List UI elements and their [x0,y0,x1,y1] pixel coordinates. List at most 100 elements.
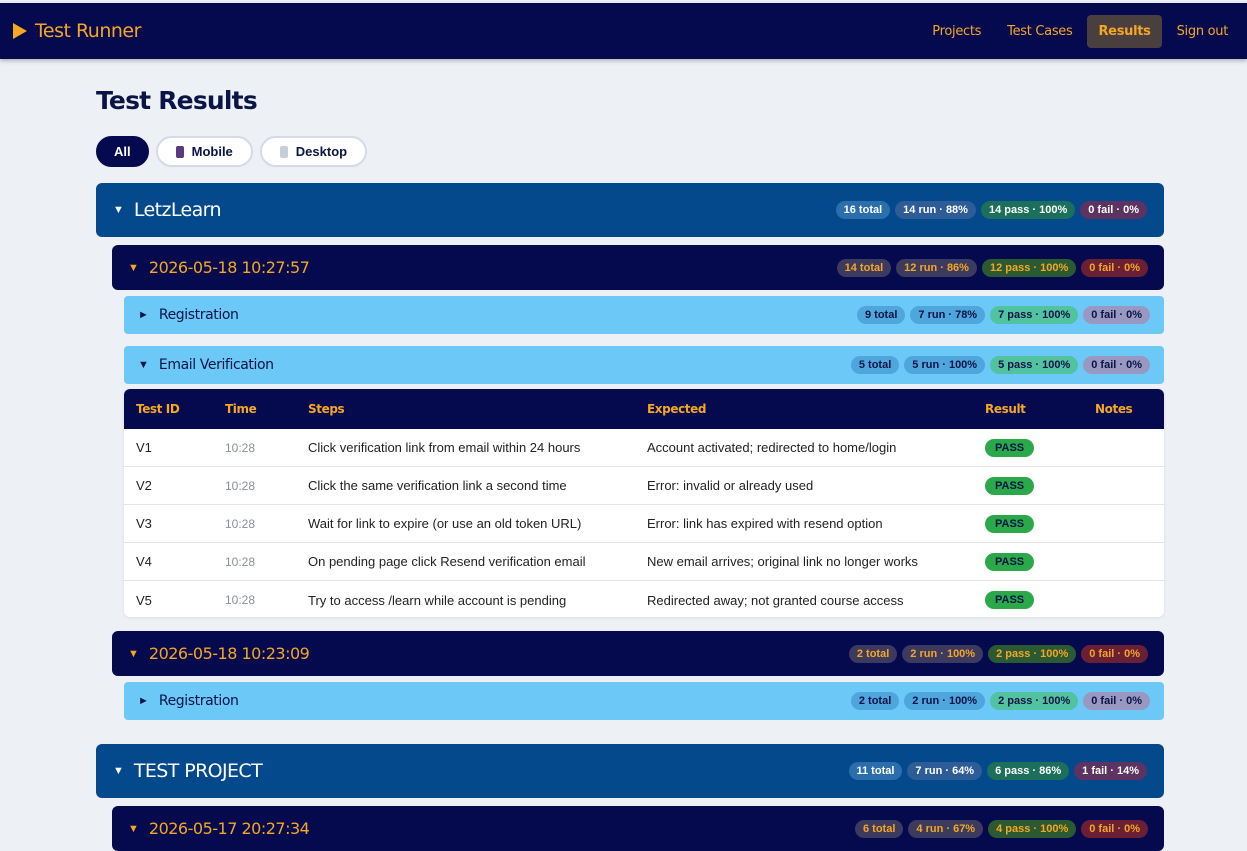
nav-results[interactable]: Results [1087,15,1162,48]
mobile-phone-icon [175,145,184,158]
test-id: V1 [136,440,152,455]
fail-badge: 0 fail · 0% [1083,692,1150,710]
suite-header-registration[interactable]: ► Registration 9 total 7 run · 78% 7 pas… [124,296,1164,334]
test-steps: Wait for link to expire (or use an old t… [308,516,582,531]
brand-name: Test Runner [35,20,141,42]
test-time: 10:28 [225,593,256,607]
main-nav: Projects Test Cases Results Sign out [921,15,1239,48]
caret-down-icon: ▼ [138,359,149,371]
total-badge: 6 total [855,819,904,838]
fail-badge: 0 fail · 0% [1083,356,1150,374]
total-badge: 2 total [848,644,898,663]
result-badge: PASS [985,552,1035,571]
suite-name: Registration [158,307,239,323]
filter-all-button[interactable]: All [96,136,149,167]
filter-desktop-button[interactable]: Desktop [259,136,368,167]
total-badge: 14 total [836,258,892,277]
device-filter: All Mobile Desktop [96,136,368,167]
total-badge: 2 total [850,692,900,710]
result-badge: PASS [985,438,1035,457]
suite-name: Email Verification [158,357,274,373]
page-title: Test Results [96,86,258,115]
col-steps: Steps [308,402,345,416]
filter-mobile-label: Mobile [191,144,233,159]
test-time: 10:28 [225,440,256,455]
test-steps: Try to access /learn while account is pe… [308,592,567,608]
test-time: 10:28 [225,516,256,531]
filter-desktop-label: Desktop [295,144,348,159]
top-navbar: Test Runner Projects Test Cases Results … [0,3,1247,59]
col-test-id: Test ID [136,402,180,416]
test-id: V2 [136,478,152,493]
run-badge: 7 run · 78% [910,306,986,324]
project-stats: 11 total 7 run · 64% 6 pass · 86% 1 fail… [848,762,1147,780]
run-header[interactable]: ▼ 2026-05-18 10:23:09 2 total 2 run · 10… [112,631,1164,676]
run-timestamp: 2026-05-17 20:27:34 [148,819,310,838]
pass-badge: 12 pass · 100% [981,258,1077,277]
result-badge: PASS [985,514,1035,533]
result-badge: PASS [985,591,1035,609]
brand-logo[interactable]: Test Runner [13,20,141,42]
pass-badge: 2 pass · 100% [990,692,1079,710]
fail-badge: 0 fail · 0% [1080,201,1147,219]
fail-badge: 0 fail · 0% [1083,306,1150,324]
table-row[interactable]: V2 10:28 Click the same verification lin… [124,467,1164,505]
caret-down-icon: ▼ [113,204,124,216]
run-timestamp: 2026-05-18 10:23:09 [148,644,310,663]
test-expected: New email arrives; original link no long… [647,554,918,569]
suite-header-registration[interactable]: ► Registration 2 total 2 run · 100% 2 pa… [124,682,1164,720]
test-time: 10:28 [225,478,256,493]
total-badge: 5 total [850,356,900,374]
caret-right-icon: ► [138,309,149,321]
run-header[interactable]: ▼ 2026-05-17 20:27:34 6 total 4 run · 67… [112,806,1164,851]
nav-projects[interactable]: Projects [921,15,992,48]
caret-down-icon: ▼ [128,647,139,660]
project-header-test-project[interactable]: ▼ TEST PROJECT 11 total 7 run · 64% 6 pa… [96,744,1164,798]
total-badge: 16 total [835,201,891,219]
pass-badge: 7 pass · 100% [990,306,1079,324]
pass-badge: 14 pass · 100% [980,201,1076,219]
test-expected: Error: invalid or already used [647,478,814,493]
test-id: V4 [136,554,152,569]
nav-sign-out[interactable]: Sign out [1166,15,1239,48]
test-expected: Account activated; redirected to home/lo… [647,440,897,455]
filter-all-label: All [114,144,131,159]
project-name: TEST PROJECT [133,760,263,782]
suite-stats: 2 total 2 run · 100% 2 pass · 100% 0 fai… [850,692,1150,710]
nav-test-cases[interactable]: Test Cases [996,15,1083,48]
play-icon [13,23,27,39]
test-id: V5 [136,592,152,608]
run-stats: 14 total 12 run · 86% 12 pass · 100% 0 f… [836,258,1148,277]
test-steps: Click the same verification link a secon… [308,478,567,493]
suite-header-email-verification[interactable]: ▼ Email Verification 5 total 5 run · 100… [124,346,1164,384]
run-header[interactable]: ▼ 2026-05-18 10:27:57 14 total 12 run · … [112,245,1164,290]
run-timestamp: 2026-05-18 10:27:57 [148,258,310,277]
pass-badge: 5 pass · 100% [990,356,1079,374]
total-badge: 11 total [848,762,903,780]
project-header-letzlearn[interactable]: ▼ LetzLearn 16 total 14 run · 88% 14 pas… [96,183,1164,237]
run-badge: 2 run · 100% [904,692,986,710]
test-steps: On pending page click Resend verificatio… [308,554,586,569]
total-badge: 9 total [857,306,906,324]
run-badge: 2 run · 100% [902,644,984,663]
fail-badge: 0 fail · 0% [1081,819,1148,838]
pass-badge: 6 pass · 86% [987,762,1070,780]
table-row[interactable]: V5 10:28 Try to access /learn while acco… [124,581,1164,617]
run-badge: 12 run · 86% [896,258,977,277]
pass-badge: 4 pass · 100% [988,819,1077,838]
suite-stats: 5 total 5 run · 100% 5 pass · 100% 0 fai… [850,356,1150,374]
fail-badge: 0 fail · 0% [1081,644,1148,663]
run-stats: 2 total 2 run · 100% 2 pass · 100% 0 fai… [848,644,1148,663]
col-time: Time [225,402,257,416]
fail-badge: 0 fail · 0% [1081,258,1148,277]
table-row[interactable]: V3 10:28 Wait for link to expire (or use… [124,505,1164,543]
filter-mobile-button[interactable]: Mobile [155,136,253,167]
table-row[interactable]: V4 10:28 On pending page click Resend ve… [124,543,1164,581]
test-id: V3 [136,516,152,531]
table-row[interactable]: V1 10:28 Click verification link from em… [124,429,1164,467]
fail-badge: 1 fail · 14% [1074,762,1147,780]
run-badge: 14 run · 88% [895,201,976,219]
caret-down-icon: ▼ [128,261,139,274]
desktop-device-icon [279,145,288,158]
test-expected: Error: link has expired with resend opti… [647,516,883,531]
